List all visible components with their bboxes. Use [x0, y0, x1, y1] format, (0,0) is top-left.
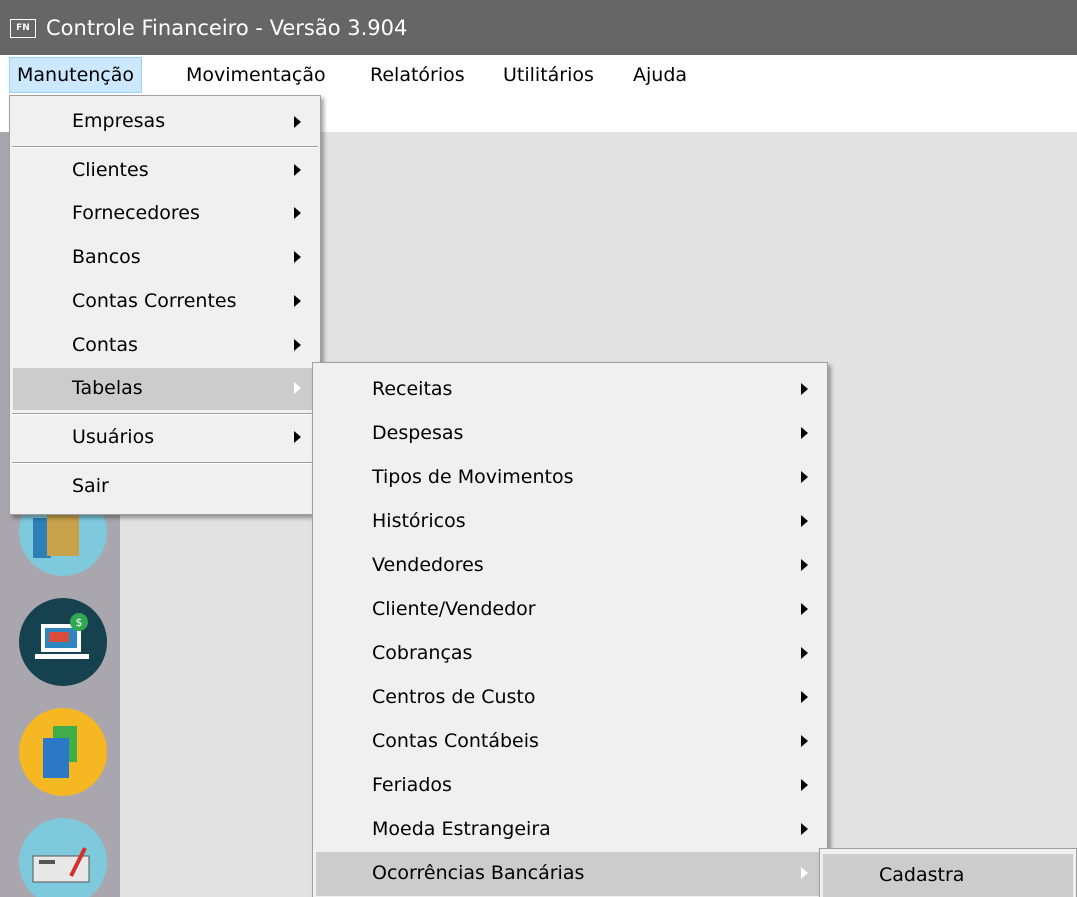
menu-item-feriados[interactable]: Feriados — [316, 764, 824, 808]
chevron-right-icon — [801, 867, 808, 879]
menu-item-contas[interactable]: Contas — [13, 324, 317, 368]
menu-item-tipos-de-movimentos[interactable]: Tipos de Movimentos — [316, 456, 824, 500]
chevron-right-icon — [801, 735, 808, 747]
menu-item-despesas[interactable]: Despesas — [316, 412, 824, 456]
menu-item-cadastra[interactable]: Cadastra — [823, 854, 1073, 897]
menu-item-sair[interactable]: Sair — [13, 466, 317, 508]
menu-movimentacao[interactable]: Movimentação — [179, 58, 333, 92]
chevron-right-icon — [294, 251, 301, 263]
menu-relatorios[interactable]: Relatórios — [363, 58, 472, 92]
menu-item-contas-contabeis[interactable]: Contas Contábeis — [316, 720, 824, 764]
check-payment-icon[interactable] — [19, 818, 107, 897]
chevron-right-icon — [801, 823, 808, 835]
title-bar: FN Controle Financeiro - Versão 3.904 — [0, 0, 1077, 55]
menu-item-usuarios[interactable]: Usuários — [13, 416, 317, 460]
menu-ajuda[interactable]: Ajuda — [626, 58, 694, 92]
menu-bar: Manutenção Movimentação Relatórios Utili… — [0, 55, 1077, 94]
chevron-right-icon — [294, 295, 301, 307]
menu-item-moeda-estrangeira[interactable]: Moeda Estrangeira — [316, 808, 824, 852]
chevron-right-icon — [294, 339, 301, 351]
chevron-right-icon — [801, 515, 808, 527]
chevron-right-icon — [801, 647, 808, 659]
menu-utilitarios[interactable]: Utilitários — [496, 58, 601, 92]
chevron-right-icon — [801, 559, 808, 571]
menu-item-clientes[interactable]: Clientes — [13, 150, 317, 192]
chevron-right-icon — [294, 382, 301, 394]
menu-item-cobrancas[interactable]: Cobranças — [316, 632, 824, 676]
menu-item-historicos[interactable]: Históricos — [316, 500, 824, 544]
chevron-right-icon — [801, 691, 808, 703]
menu-item-centros-de-custo[interactable]: Centros de Custo — [316, 676, 824, 720]
chevron-right-icon — [294, 431, 301, 443]
chevron-right-icon — [801, 383, 808, 395]
menu-item-tabelas[interactable]: Tabelas — [13, 368, 317, 410]
chevron-right-icon — [294, 207, 301, 219]
window-title: Controle Financeiro - Versão 3.904 — [46, 16, 408, 40]
menu-item-receitas[interactable]: Receitas — [316, 368, 824, 412]
menu-separator — [12, 462, 318, 464]
menu-item-ocorrencias-bancarias[interactable]: Ocorrências Bancárias — [316, 852, 824, 896]
menu-separator — [12, 413, 318, 415]
menu-separator — [12, 146, 318, 148]
tabelas-submenu: Receitas Despesas Tipos de Movimentos Hi… — [312, 362, 828, 897]
laptop-dollar-icon[interactable]: $ — [19, 598, 107, 686]
menu-item-contas-correntes[interactable]: Contas Correntes — [13, 280, 317, 324]
menu-manutencao[interactable]: Manutenção — [9, 57, 143, 93]
app-icon: FN — [10, 19, 36, 38]
chevron-right-icon — [294, 116, 301, 128]
documents-icon[interactable] — [19, 708, 107, 796]
chevron-right-icon — [801, 427, 808, 439]
menu-item-cliente-vendedor[interactable]: Cliente/Vendedor — [316, 588, 824, 632]
chevron-right-icon — [801, 779, 808, 791]
menu-item-vendedores[interactable]: Vendedores — [316, 544, 824, 588]
svg-text:$: $ — [76, 616, 83, 629]
menu-item-bancos[interactable]: Bancos — [13, 236, 317, 280]
manutencao-dropdown: Empresas Clientes Fornecedores Bancos Co… — [9, 95, 321, 515]
menu-item-fornecedores[interactable]: Fornecedores — [13, 192, 317, 236]
menu-item-empresas[interactable]: Empresas — [13, 100, 317, 144]
chevron-right-icon — [801, 603, 808, 615]
ocorrencias-submenu: Cadastra — [819, 848, 1077, 897]
chevron-right-icon — [294, 164, 301, 176]
chevron-right-icon — [801, 471, 808, 483]
